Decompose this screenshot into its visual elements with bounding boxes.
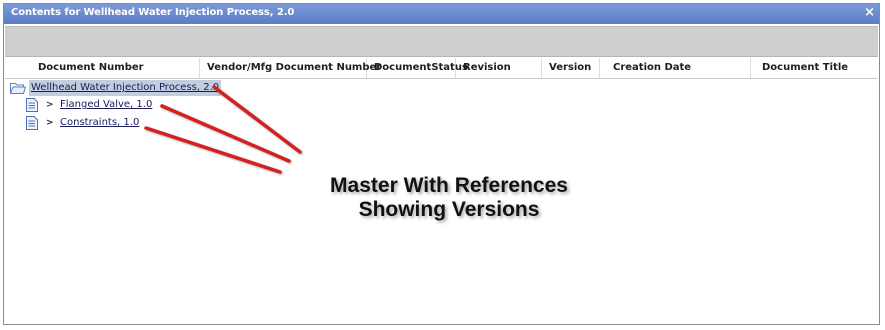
annotation-arrows bbox=[144, 85, 302, 174]
arrow-line bbox=[212, 85, 302, 154]
contents-window: Contents for Wellhead Water Injection Pr… bbox=[3, 3, 880, 325]
annotation-line-1: Master With References bbox=[330, 174, 568, 197]
annotation-callout: Master With References Showing Versions bbox=[294, 174, 604, 222]
annotation-line-2: Showing Versions bbox=[358, 198, 540, 221]
